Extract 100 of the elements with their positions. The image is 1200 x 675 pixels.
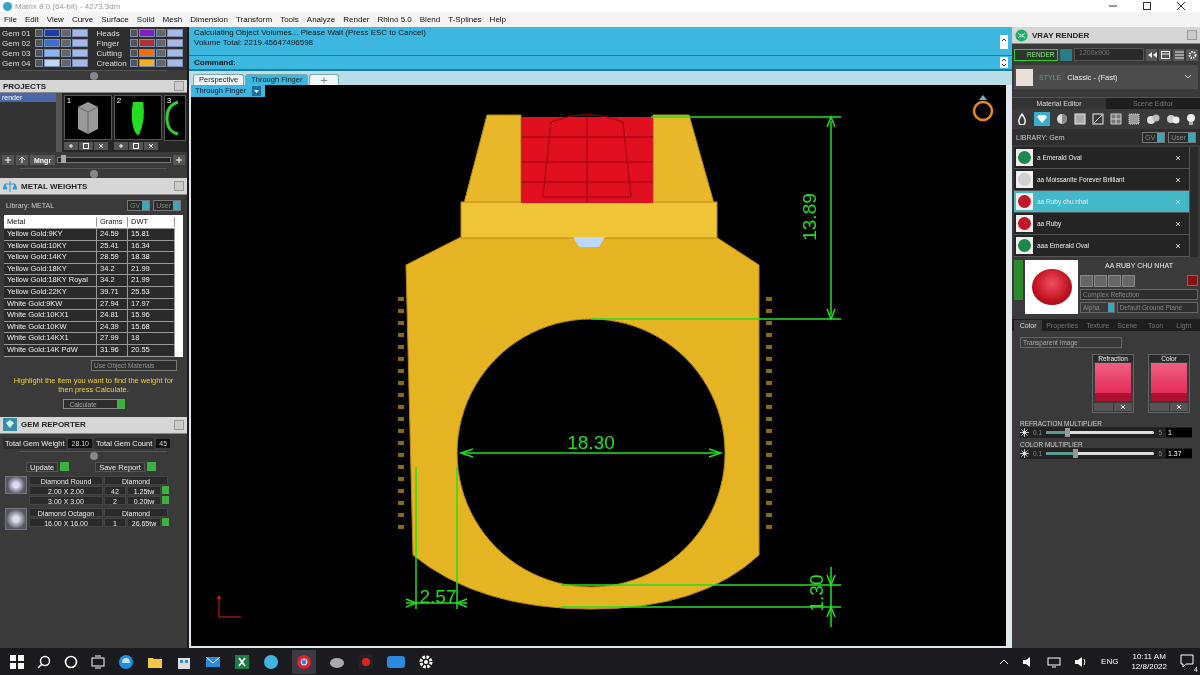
browser-icon[interactable] — [118, 653, 134, 670]
game-icon[interactable] — [358, 653, 374, 670]
color-wheel-icon[interactable] — [1150, 403, 1169, 411]
rewind-icon[interactable] — [1145, 48, 1158, 61]
add-tab-icon[interactable] — [309, 74, 340, 86]
task-view-icon[interactable] — [91, 654, 105, 669]
toggle-icon[interactable] — [72, 59, 88, 67]
drop-icon[interactable] — [1016, 113, 1028, 125]
play-icon[interactable] — [60, 462, 70, 472]
add-icon[interactable] — [63, 142, 78, 150]
menu-item[interactable]: Dimension — [190, 15, 228, 24]
model-thumbnail[interactable]: 2 — [113, 95, 162, 140]
menu-item[interactable]: Analyze — [306, 15, 336, 24]
maximize-icon[interactable] — [1142, 1, 1152, 11]
light-bulb-icon[interactable] — [1186, 113, 1196, 125]
layer-color-swatch[interactable] — [138, 59, 155, 67]
model-thumbnail[interactable]: 3 — [163, 95, 186, 141]
menu-item[interactable]: Blend — [419, 15, 441, 24]
collapse-handle[interactable] — [89, 452, 98, 461]
volume-icon[interactable] — [1074, 655, 1089, 668]
lock-icon[interactable] — [155, 49, 166, 57]
search-icon[interactable] — [37, 654, 51, 669]
toggle-icon[interactable] — [72, 49, 88, 57]
lock-icon[interactable] — [155, 59, 166, 67]
network-icon[interactable] — [1047, 655, 1062, 668]
menu-item[interactable]: View — [46, 15, 64, 24]
up-arrow-icon[interactable] — [16, 155, 28, 165]
slider-track[interactable] — [1046, 431, 1155, 434]
menu-item[interactable]: T-Splines — [448, 15, 482, 24]
frame-buffer-icon[interactable] — [1159, 48, 1171, 61]
add-icon[interactable] — [113, 142, 128, 150]
add-icon[interactable] — [173, 155, 185, 165]
noise-icon[interactable] — [1128, 113, 1140, 125]
menu-item[interactable]: Edit — [24, 15, 39, 24]
app-circle-icon[interactable] — [263, 653, 279, 670]
menu-item[interactable]: Curve — [71, 15, 94, 24]
ring-icon[interactable] — [972, 95, 994, 122]
menu-item[interactable]: Tools — [280, 15, 299, 24]
chat-icon[interactable] — [387, 654, 405, 669]
spheres-icon[interactable] — [1146, 113, 1160, 125]
toggle-icon[interactable] — [166, 39, 183, 47]
color-wheel-icon[interactable] — [1094, 403, 1113, 411]
texture-swatch[interactable] — [1095, 363, 1131, 401]
lock-icon[interactable] — [155, 29, 166, 37]
spreadsheet-icon[interactable] — [234, 653, 250, 670]
diamond-icon[interactable] — [1034, 112, 1050, 126]
delete-icon[interactable] — [1113, 403, 1132, 411]
menu-item[interactable]: Solid — [136, 15, 155, 24]
notification-icon[interactable] — [1180, 653, 1194, 668]
toggle-icon[interactable] — [72, 29, 88, 37]
toggle-icon[interactable] — [166, 59, 183, 67]
menu-item[interactable]: Rhino 5.0 — [377, 15, 412, 24]
layer-color-swatch[interactable] — [44, 39, 60, 47]
settings-icon[interactable] — [418, 653, 434, 670]
browser-icon[interactable] — [292, 649, 316, 674]
slider-thumb[interactable] — [1073, 449, 1079, 458]
slider-thumb[interactable] — [1064, 428, 1070, 437]
toggle-icon[interactable] — [166, 29, 183, 37]
layer-color-swatch[interactable] — [138, 29, 155, 37]
toggle-icon[interactable] — [166, 49, 183, 57]
collapse-handle[interactable] — [89, 71, 98, 80]
layer-color-swatch[interactable] — [44, 29, 60, 37]
delete-icon[interactable] — [1169, 403, 1188, 411]
list-icon[interactable] — [1172, 48, 1185, 61]
grid-icon[interactable] — [1110, 113, 1122, 125]
play-icon[interactable] — [146, 462, 156, 472]
collapse-handle[interactable] — [1014, 260, 1023, 300]
menu-item[interactable]: Surface — [101, 15, 129, 24]
menu-item[interactable]: File — [4, 15, 17, 24]
slider-track[interactable] — [1046, 452, 1155, 455]
clock[interactable]: 10:11 AM 12/8/2022 — [1131, 651, 1167, 672]
add-icon[interactable] — [2, 155, 14, 165]
menu-item[interactable]: Transform — [235, 15, 273, 24]
circle-icon[interactable] — [64, 654, 78, 669]
layer-color-swatch[interactable] — [138, 39, 155, 47]
collapse-handle[interactable] — [89, 169, 98, 178]
settings-icon[interactable] — [1186, 48, 1198, 61]
square-icon[interactable] — [1074, 113, 1086, 125]
play-icon[interactable] — [162, 517, 169, 526]
save-icon[interactable] — [78, 142, 93, 150]
language-indicator[interactable]: ENG — [1101, 657, 1119, 666]
sphere-icon[interactable] — [1056, 113, 1068, 125]
delete-icon[interactable] — [143, 142, 158, 150]
layer-color-swatch[interactable] — [44, 59, 60, 67]
spheres-icon[interactable] — [1166, 113, 1180, 125]
menu-item[interactable]: Render — [343, 15, 370, 24]
layer-color-swatch[interactable] — [44, 49, 60, 57]
layer-color-swatch[interactable] — [138, 49, 155, 57]
save-icon[interactable] — [128, 142, 143, 150]
spinner-icon[interactable] — [1000, 57, 1008, 68]
caret-icon[interactable] — [252, 86, 262, 96]
start-icon[interactable] — [10, 654, 24, 669]
hatched-square-icon[interactable] — [1092, 113, 1104, 125]
zoom-slider-thumb[interactable] — [61, 155, 67, 163]
toggle-icon[interactable] — [72, 39, 88, 47]
delete-icon[interactable] — [93, 142, 108, 150]
model-thumbnail[interactable]: 1 — [63, 95, 112, 140]
menu-item[interactable]: Help — [489, 15, 507, 24]
texture-swatch[interactable] — [1151, 363, 1187, 401]
lock-icon[interactable] — [155, 39, 166, 47]
